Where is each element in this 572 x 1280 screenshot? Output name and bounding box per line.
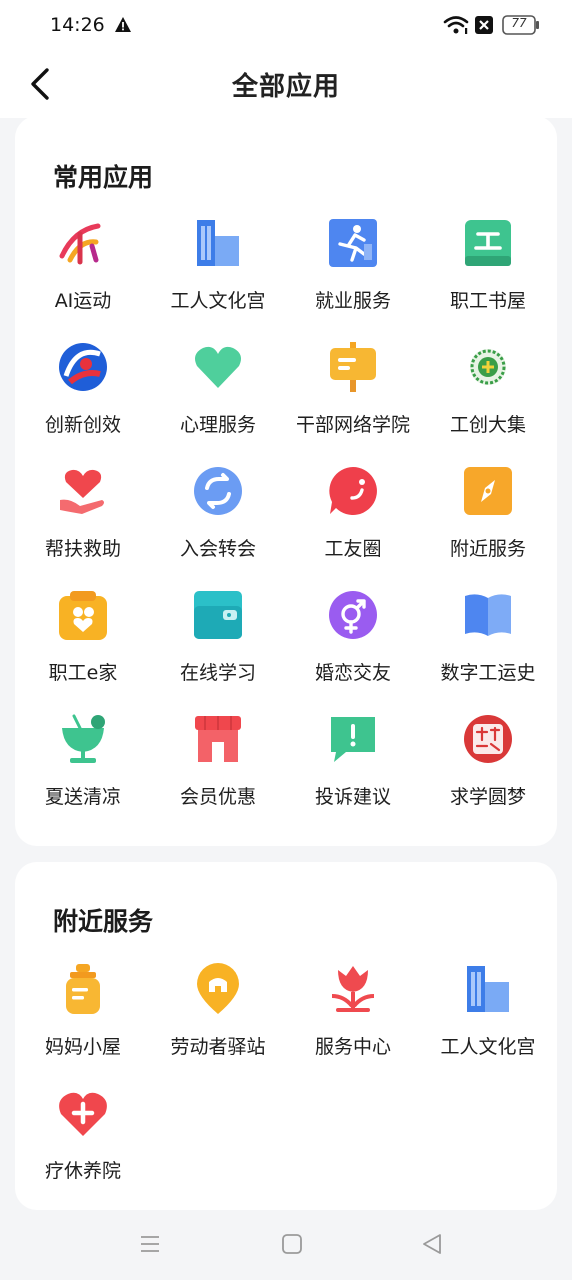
app-label: 会员优惠 [179,786,256,808]
section-title-common: 常用应用 [53,163,154,192]
app-label: 疗休养院 [44,1160,121,1182]
app-label: 夏送清凉 [44,786,121,808]
app-market[interactable]: 工创大集 [420,336,556,446]
compass-icon [464,467,512,515]
app-label: 婚恋交友 [314,662,391,684]
app-assistance[interactable]: 帮扶救助 [15,460,151,570]
app-psychology[interactable]: 心理服务 [150,336,286,446]
app-summer-cool[interactable]: 夏送清凉 [15,708,151,818]
app-label: 工友圈 [324,538,382,560]
back-triangle-icon[interactable] [420,1232,444,1256]
signboard-icon [330,342,376,392]
location-pin-icon [197,963,239,1014]
innovation-icon [59,343,107,391]
app-member-discount[interactable]: 会员优惠 [150,708,286,818]
app-service-center[interactable]: 服务中心 [285,958,421,1068]
cold-drink-icon [62,714,105,763]
app-label: 创新创效 [44,414,121,436]
app-label: 妈妈小屋 [44,1036,121,1058]
app-label: 干部网络学院 [295,414,410,436]
app-label: 就业服务 [314,290,391,312]
app-online-learning[interactable]: 在线学习 [150,584,286,694]
hand-heart-icon [60,469,104,514]
baby-bottle-icon [66,964,100,1014]
home-icon[interactable] [280,1232,304,1256]
wallet-icon [194,591,242,639]
common-apps-card: 常用应用 AI运动 工人文化宫 就业服务 职工书屋 创新创效 心理服务 干部网络… [15,116,557,846]
app-culture-palace[interactable]: 工人文化宫 [150,212,286,322]
app-mothers-room[interactable]: 妈妈小屋 [15,958,151,1068]
app-label: 在线学习 [179,662,256,684]
app-ai-sport[interactable]: AI运动 [15,212,151,322]
complaint-icon [331,717,375,762]
app-nearby-service[interactable]: 附近服务 [420,460,556,570]
culture-palace-icon [197,220,239,266]
app-label: 劳动者驿站 [170,1036,266,1058]
heart-icon [195,346,241,388]
study-dream-icon [464,715,512,763]
transfer-icon [194,467,242,515]
app-label: 投诉建议 [314,786,391,808]
warning-icon [115,17,131,32]
app-label: 数字工运史 [440,662,536,684]
book-house-icon [465,220,511,266]
nearby-services-card: 附近服务 妈妈小屋 劳动者驿站 服务中心 工人文化宫 疗休养院 [15,862,557,1210]
app-labor-history[interactable]: 数字工运史 [420,584,556,694]
status-time: 14:26 [50,14,105,36]
battery-level: 77 [511,16,527,30]
wifi-icon [443,16,469,34]
app-label: 工人文化宫 [170,290,266,312]
app-innovation[interactable]: 创新创效 [15,336,151,446]
section-title-nearby: 附近服务 [53,907,154,936]
app-sanatorium[interactable]: 疗休养院 [15,1082,151,1192]
chat-bubble-icon [329,467,377,515]
status-bar: 14:26 77 [0,0,572,52]
app-culture-palace-nearby[interactable]: 工人文化宫 [420,958,556,1068]
system-nav-bar [0,1210,572,1280]
menu-icon[interactable] [138,1232,162,1256]
no-sim-icon [475,16,493,34]
app-cadre-academy[interactable]: 干部网络学院 [285,336,421,446]
flower-icon [331,966,375,1012]
app-label: 帮扶救助 [44,538,121,560]
app-employment[interactable]: 就业服务 [285,212,421,322]
medical-heart-icon [59,1092,107,1136]
app-label: 附近服务 [449,538,526,560]
gender-icon [329,591,377,639]
app-dating[interactable]: 婚恋交友 [285,584,421,694]
app-label: 工创大集 [449,414,526,436]
app-label: 心理服务 [179,414,256,436]
app-worker-circle[interactable]: 工友圈 [285,460,421,570]
app-label: 求学圆梦 [449,786,526,808]
top-bar: 全部应用 [0,52,572,118]
app-membership-transfer[interactable]: 入会转会 [150,460,286,570]
ai-sport-icon [59,223,101,265]
page-title: 全部应用 [231,72,340,102]
market-seal-icon [470,349,506,385]
app-label: 服务中心 [314,1036,391,1058]
app-label: 职工e家 [48,662,118,684]
app-worker-station[interactable]: 劳动者驿站 [150,958,286,1068]
employment-icon [329,219,377,267]
app-label: 入会转会 [179,538,256,560]
culture-palace-icon [467,966,509,1012]
app-complaint[interactable]: 投诉建议 [285,708,421,818]
app-label: 工人文化宫 [440,1036,536,1058]
app-label: AI运动 [54,290,112,312]
open-book-icon [465,594,511,636]
app-label: 职工书屋 [449,290,526,312]
family-icon [59,591,107,640]
app-worker-home[interactable]: 职工e家 [15,584,151,694]
app-study-dream[interactable]: 求学圆梦 [420,708,556,818]
app-book-house[interactable]: 职工书屋 [420,212,556,322]
shop-icon [195,716,241,762]
